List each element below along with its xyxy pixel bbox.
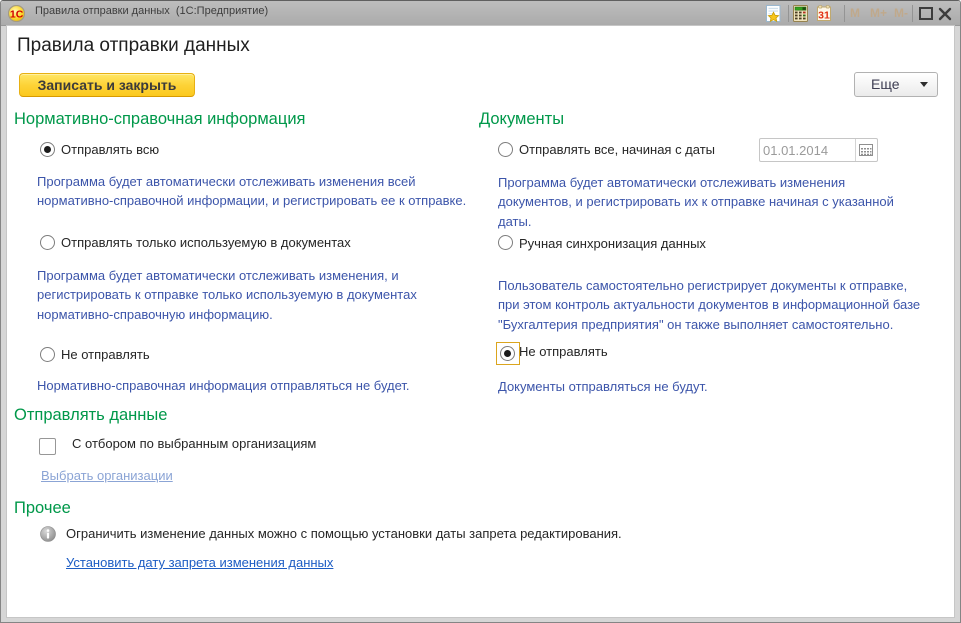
svg-text:31: 31: [818, 10, 830, 21]
svg-text:1С: 1С: [10, 9, 24, 21]
